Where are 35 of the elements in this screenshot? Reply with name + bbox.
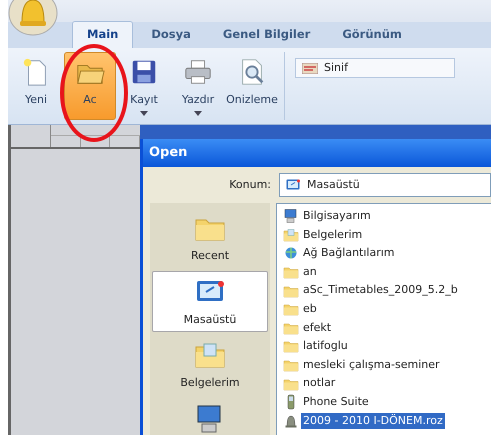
places-item[interactable]: Recent — [152, 207, 268, 268]
bell-icon — [283, 412, 299, 429]
open-button[interactable]: Ac — [64, 52, 116, 120]
ribbon-tab[interactable]: Görünüm — [328, 22, 416, 48]
file-item[interactable]: notlar — [301, 375, 338, 392]
caret-icon — [140, 110, 148, 116]
ribbon-tab[interactable]: Dosya — [137, 22, 205, 48]
file-item[interactable]: Ağ Bağlantılarım — [301, 245, 397, 262]
network-icon — [283, 245, 299, 262]
file-item[interactable]: Phone Suite — [301, 394, 371, 410]
location-dropdown[interactable]: Masaüstü — [279, 173, 491, 197]
file-item[interactable]: 2009 - 2010 I-DÖNEM.roz — [301, 412, 445, 430]
places-item[interactable]: Masaüstü — [152, 270, 268, 332]
file-item[interactable]: aSc_Timetables_2009_5.2_b — [301, 282, 460, 299]
dialog-title: Open — [143, 139, 491, 167]
caret-icon — [194, 110, 202, 116]
places-item[interactable]: Belgelerim — [152, 334, 268, 396]
ribbon-tab[interactable]: Main — [72, 20, 134, 48]
new-button[interactable]: Yeni — [10, 52, 62, 120]
save-button[interactable]: Kayıt — [118, 52, 170, 120]
print-button[interactable]: Yazdır — [172, 52, 224, 120]
file-item[interactable]: latifoglu — [301, 338, 350, 355]
file-item[interactable]: Belgelerim — [301, 226, 364, 244]
file-item[interactable]: Bilgisayarım — [301, 208, 373, 225]
file-item[interactable]: eb — [301, 301, 319, 318]
file-item[interactable]: efekt — [301, 320, 334, 336]
file-item[interactable]: mesleki çalışma-seminer — [301, 356, 442, 374]
ribbon-tab[interactable]: Genel Bilgiler — [208, 22, 324, 48]
class-field[interactable]: Sinif — [295, 58, 455, 78]
class-icon — [302, 62, 318, 74]
location-label: Konum: — [228, 176, 271, 193]
computer-icon — [283, 208, 299, 224]
file-item[interactable]: an — [301, 264, 319, 280]
documents-folder-icon — [283, 226, 299, 243]
preview-button[interactable]: Onizleme — [226, 52, 278, 120]
